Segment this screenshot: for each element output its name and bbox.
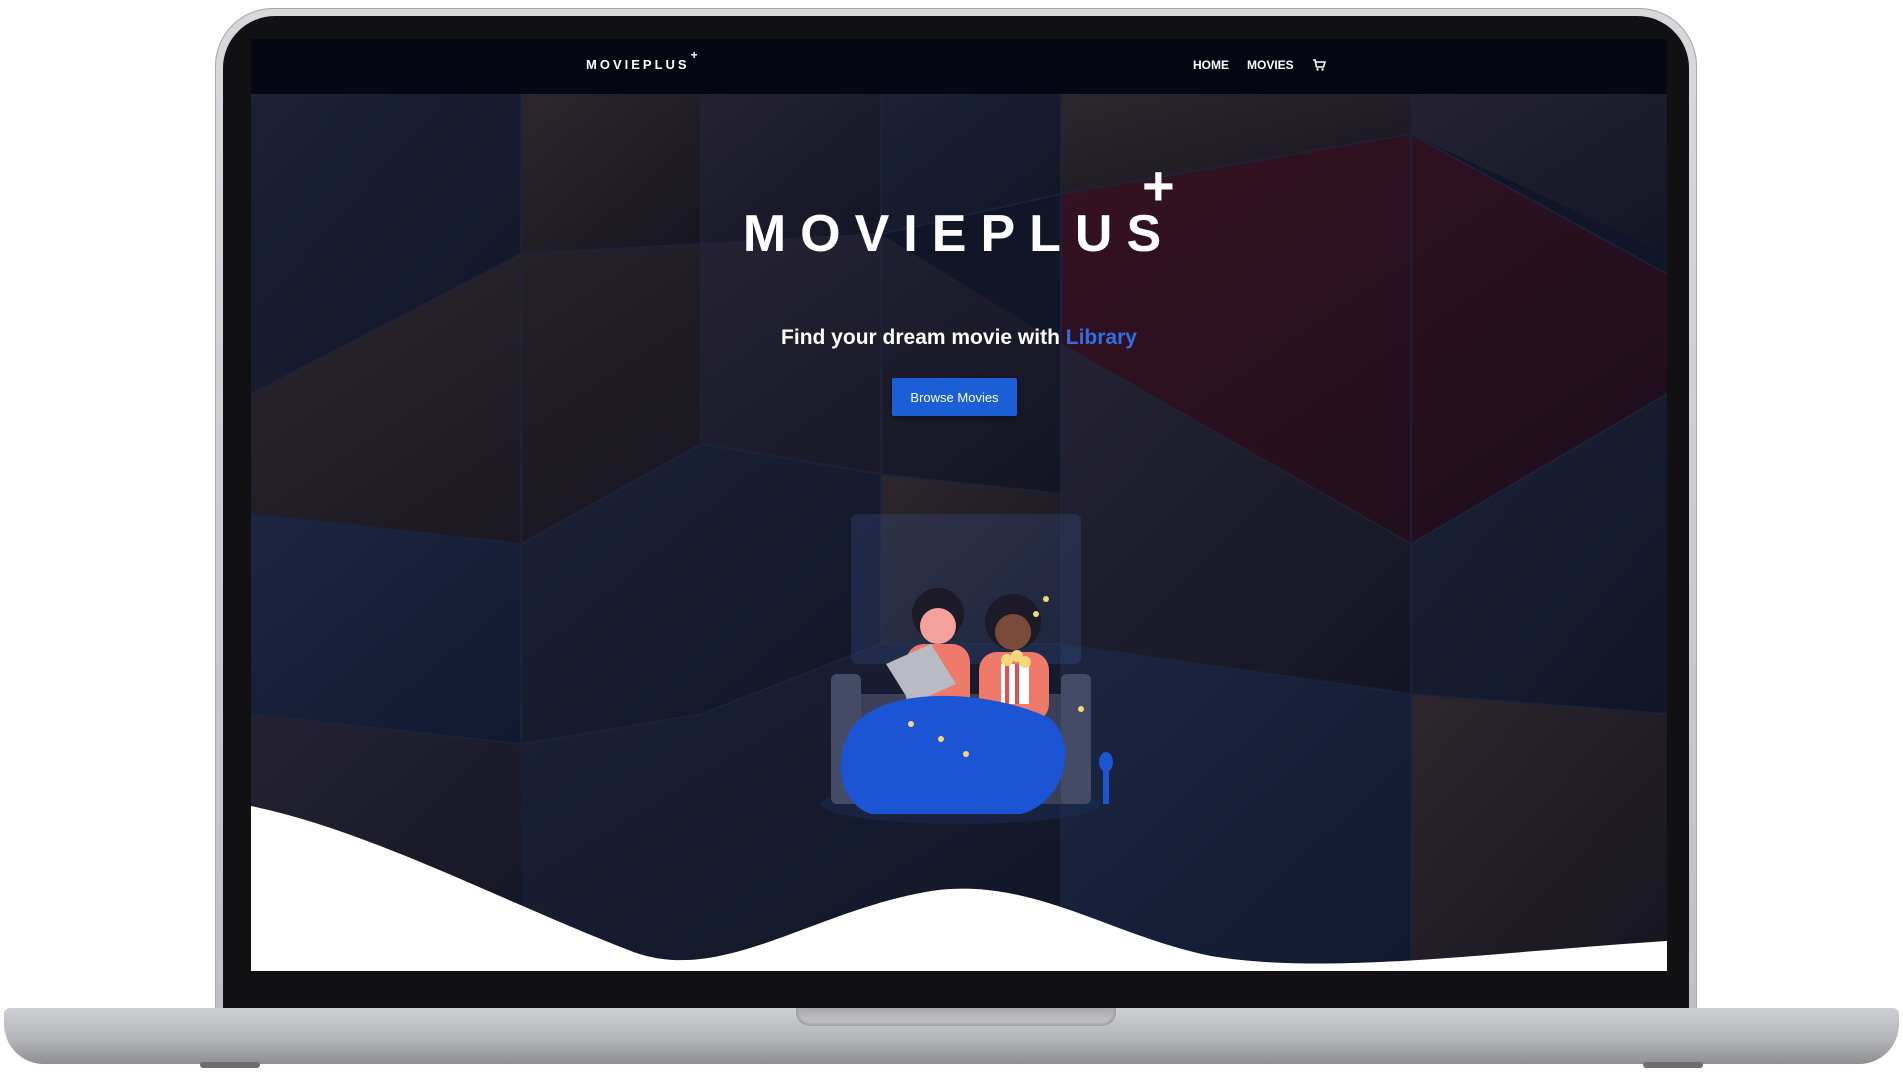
nav-logo-plus: + [690,48,698,62]
cart-icon[interactable] [1312,58,1326,72]
hero-subtitle-highlight: Library [1065,326,1137,349]
top-navbar: MOVIEPLUS + HOME MOVIES [251,39,1667,94]
laptop-trackpad-notch [796,1008,1116,1026]
nav-logo[interactable]: MOVIEPLUS + [586,48,698,72]
hero-subtitle-text: Find your dream movie with [781,326,1066,349]
hero-subtitle: Find your dream movie with Library [251,326,1667,350]
laptop-foot-left [200,1062,260,1068]
browser-screen: MOVIEPLUS + Find your dream movie with L… [251,39,1667,971]
nav-menu: HOME MOVIES [1193,58,1326,72]
nav-link-movies[interactable]: MOVIES [1247,58,1294,72]
nav-link-home[interactable]: HOME [1193,58,1229,72]
nav-logo-text: MOVIEPLUS [586,57,690,72]
hero-section: MOVIEPLUS + Find your dream movie with L… [251,94,1667,971]
hero-bottom-wave [251,806,1667,971]
hero-title-plus: + [1142,154,1175,217]
hero-title: MOVIEPLUS [742,205,1176,263]
laptop-foot-right [1643,1062,1703,1068]
browse-movies-button[interactable]: Browse Movies [892,378,1017,416]
